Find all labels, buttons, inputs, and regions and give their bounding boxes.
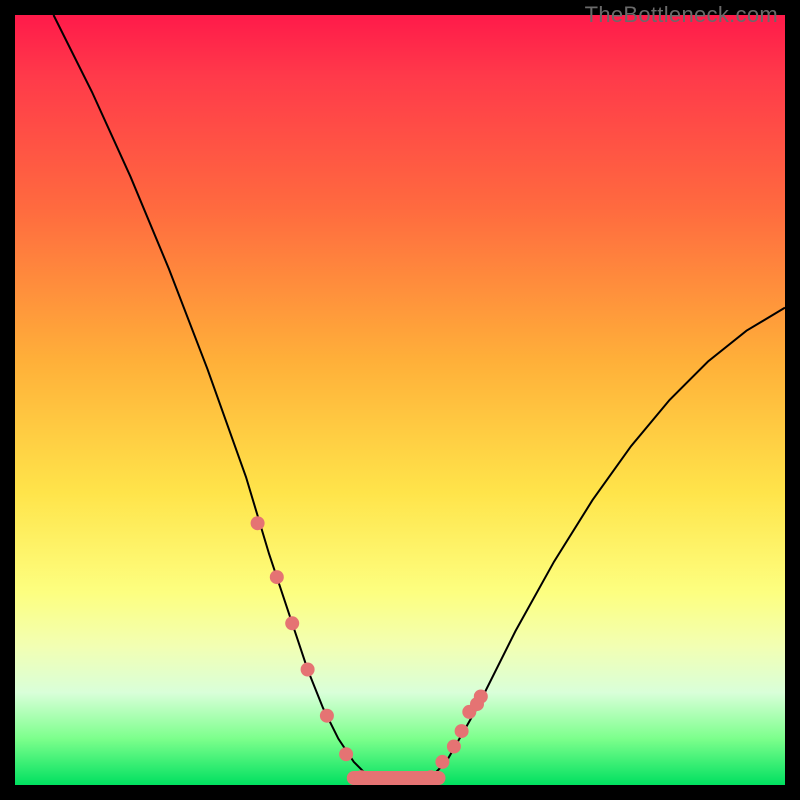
watermark-text: TheBottleneck.com <box>585 2 778 28</box>
marker-dot <box>355 770 369 784</box>
marker-dot <box>424 770 438 784</box>
marker-dot <box>270 570 284 584</box>
marker-dot <box>435 755 449 769</box>
marker-dot <box>339 747 353 761</box>
marker-dot <box>447 740 461 754</box>
marker-dot <box>408 771 422 785</box>
chart-canvas <box>15 15 785 785</box>
marker-dot <box>474 690 488 704</box>
marker-dot <box>251 516 265 530</box>
marker-dot <box>285 616 299 630</box>
marker-dot <box>393 771 407 785</box>
highlight-points <box>251 516 488 785</box>
bottleneck-plot <box>15 15 785 785</box>
marker-dot <box>455 724 469 738</box>
bottleneck-curve <box>54 15 786 785</box>
marker-dot <box>320 709 334 723</box>
marker-dot <box>301 663 315 677</box>
